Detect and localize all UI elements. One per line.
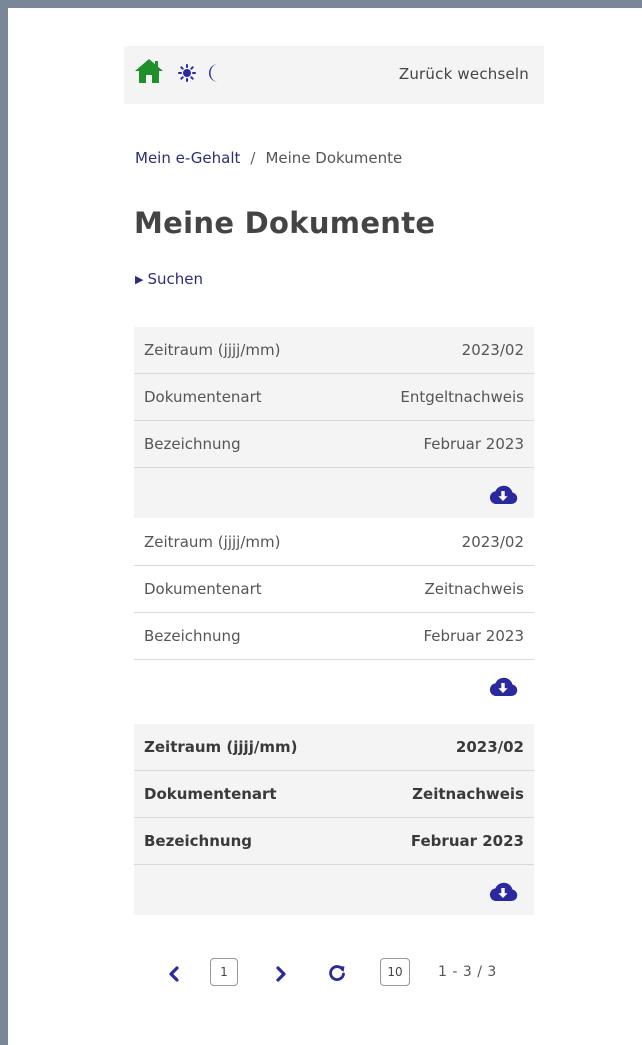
page-size-input[interactable]: 10: [380, 958, 410, 986]
type-label: Dokumentenart: [144, 580, 262, 598]
breadcrumb-parent-link[interactable]: Mein e-Gehalt: [135, 149, 240, 167]
type-label: Dokumentenart: [144, 388, 262, 406]
type-value: Zeitnachweis: [424, 580, 525, 598]
download-row: [134, 660, 534, 710]
document-card: Zeitraum (jjjj/mm) 2023/02 Dokumentenart…: [134, 519, 534, 710]
expand-triangle-icon: ▶: [135, 273, 144, 286]
chevron-right-icon[interactable]: [275, 966, 287, 986]
type-value: Entgeltnachweis: [400, 388, 524, 406]
cloud-download-icon[interactable]: [488, 880, 518, 906]
switch-back-link[interactable]: Zurück wechseln: [399, 65, 529, 83]
name-row: Bezeichnung Februar 2023: [134, 818, 534, 865]
breadcrumb: Mein e-Gehalt / Meine Dokumente: [135, 149, 402, 167]
period-label: Zeitraum (jjjj/mm): [144, 533, 281, 551]
period-value: 2023/02: [461, 533, 524, 551]
document-card: Zeitraum (jjjj/mm) 2023/02 Dokumentenart…: [134, 327, 534, 518]
breadcrumb-current: Meine Dokumente: [265, 149, 403, 167]
period-value: 2023/02: [455, 738, 524, 756]
type-value: Zeitnachweis: [412, 785, 524, 803]
page-title: Meine Dokumente: [134, 206, 436, 240]
search-toggle-label: Suchen: [147, 270, 203, 288]
name-row: Bezeichnung Februar 2023: [134, 421, 534, 468]
type-row: Dokumentenart Entgeltnachweis: [134, 374, 534, 421]
name-label: Bezeichnung: [144, 627, 241, 645]
breadcrumb-separator: /: [250, 149, 256, 167]
cloud-download-icon[interactable]: [488, 675, 518, 701]
period-row: Zeitraum (jjjj/mm) 2023/02: [134, 519, 534, 566]
search-toggle[interactable]: ▶ Suchen: [135, 270, 203, 288]
name-row: Bezeichnung Februar 2023: [134, 613, 534, 660]
result-count: 1 - 3 / 3: [438, 964, 497, 980]
period-label: Zeitraum (jjjj/mm): [144, 341, 281, 359]
type-row: Dokumentenart Zeitnachweis: [134, 566, 534, 613]
page-container: Zurück wechseln Mein e-Gehalt / Meine Doku…: [8, 8, 642, 1045]
name-value: Februar 2023: [423, 435, 524, 453]
period-value: 2023/02: [461, 341, 524, 359]
pagination: 1 10 1 - 3 / 3: [168, 958, 528, 988]
refresh-icon[interactable]: [328, 964, 346, 986]
name-label: Bezeichnung: [144, 435, 241, 453]
download-row: [134, 468, 534, 518]
name-value: Februar 2023: [423, 627, 524, 645]
chevron-left-icon[interactable]: [168, 966, 180, 986]
period-row: Zeitraum (jjjj/mm) 2023/02: [134, 327, 534, 374]
top-bar: Zurück wechseln: [124, 46, 544, 104]
home-icon[interactable]: [134, 58, 164, 88]
period-row: Zeitraum (jjjj/mm) 2023/02: [134, 724, 534, 771]
document-card-highlighted[interactable]: Zeitraum (jjjj/mm) 2023/02 Dokumentenart…: [134, 724, 534, 915]
period-label: Zeitraum (jjjj/mm): [144, 738, 298, 756]
page-number-input[interactable]: 1: [210, 958, 238, 986]
cloud-download-icon[interactable]: [488, 483, 518, 509]
name-value: Februar 2023: [410, 832, 524, 850]
download-row: [134, 865, 534, 915]
sun-icon[interactable]: [178, 64, 196, 86]
moon-icon[interactable]: [204, 62, 222, 88]
type-label: Dokumentenart: [144, 785, 277, 803]
type-row: Dokumentenart Zeitnachweis: [134, 771, 534, 818]
name-label: Bezeichnung: [144, 832, 252, 850]
